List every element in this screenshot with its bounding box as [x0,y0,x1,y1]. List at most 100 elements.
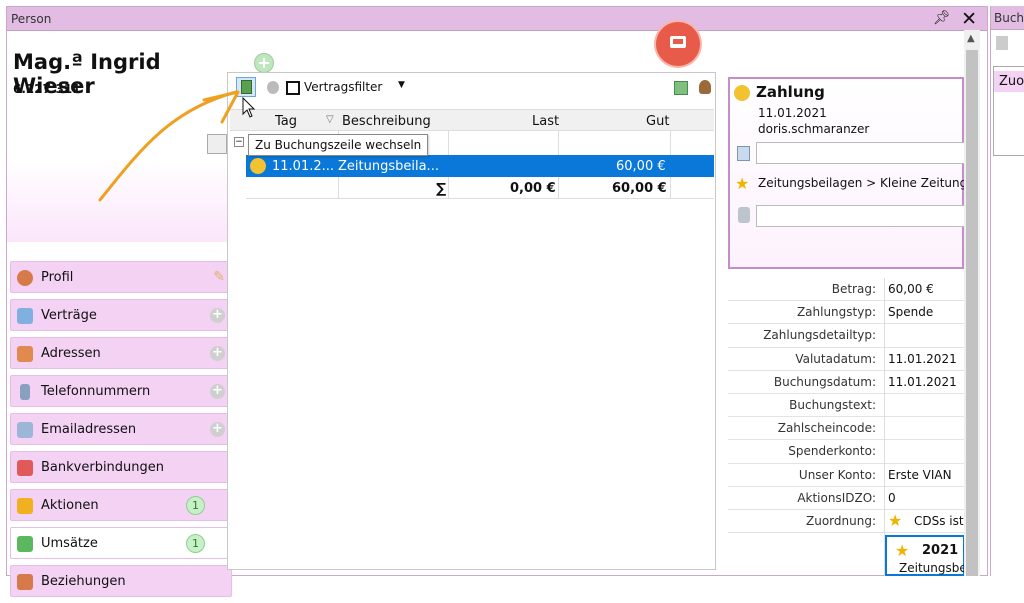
sidebar-item-emailadressen[interactable]: Emailadressen + [10,413,232,445]
scroll-thumb[interactable] [966,50,978,576]
list-item[interactable]: Zuo [994,71,1024,92]
stamp-field[interactable] [756,205,966,227]
document-icon[interactable] [996,36,1008,50]
person-icon [267,81,279,94]
export-icon [674,81,688,95]
coins-icon [250,158,266,174]
screen-cast-icon[interactable] [656,22,700,66]
column-divider [884,278,885,576]
filter-icon[interactable]: ▽ [326,114,334,125]
add-icon[interactable]: + [210,384,225,399]
left-panel: Mag.ª Ingrid Wieser + 6.227.311 Profil ✎… [7,32,274,597]
count-badge: 1 [186,496,205,515]
side-list: Zuo [993,66,1024,156]
document-icon [241,80,252,94]
property-row: Zahlungstyp: Spende [728,301,964,325]
sidebar-item-label: Beziehungen [41,574,126,589]
sidebar-item-label: Telefonnummern [41,384,151,399]
property-row: Zahlscheincode: [728,417,964,441]
add-icon[interactable]: + [254,53,274,73]
sidebar-item-beziehungen[interactable]: Beziehungen [10,565,232,597]
assignment-card[interactable]: ★ 2021 E Zeitungsbe [885,535,972,576]
sidebar-item-label: Umsätze [41,536,98,551]
sidebar-item-label: Bankverbindungen [41,460,165,475]
contract-filter-checkbox[interactable] [286,81,300,95]
row-tag: 11.01.2... [272,159,335,174]
column-tag[interactable]: Tag [275,114,297,129]
lightning-icon [17,498,33,514]
sidebar-item-profil[interactable]: Profil ✎ [10,261,232,293]
property-row: Unser Konto: Erste VIAN [728,464,964,487]
row-gut: 60,00 € [616,159,666,174]
property-value[interactable]: Erste VIAN [888,468,952,482]
sidebar-item-vertraege[interactable]: Verträge + [10,299,232,331]
property-row: Zuordnung: ★ CDSs ist [728,510,964,534]
property-row: Spenderkonto: [728,440,964,464]
property-value[interactable]: CDSs ist [914,514,964,528]
title-bar: Person 📌︎ ✕ [7,7,987,31]
property-key: Buchungstext: [789,397,876,412]
chevron-up-icon[interactable]: ▲ [967,33,975,44]
chevron-down-icon[interactable]: ▼ [398,80,405,90]
table-row[interactable]: 11.01.2... Zeitungsbeila... 60,00 € [246,155,714,177]
property-row: AktionsIDZO: 0 [728,487,964,510]
grid-header: Tag ▽ Beschreibung Last Gut [230,109,714,131]
grid-toolbar: Vertragsfilter ▼ [228,73,715,101]
sidebar-item-bankverbindungen[interactable]: Bankverbindungen [10,451,232,483]
sidebar-item-umsaetze[interactable]: Umsätze 1 [10,527,232,559]
star-icon: ★ [735,174,750,193]
house-icon [17,346,33,362]
payment-detail-card: Zahlung 11.01.2021 doris.schmaranzer ★ Z… [728,77,967,269]
column-last[interactable]: Last [532,114,559,129]
total-last: 0,00 € [510,181,556,196]
property-key: Zuordnung: [806,513,876,528]
property-table: Betrag: 60,00 € Zahlungstyp: Spende Zahlun… [728,278,964,534]
stamp-icon [738,207,750,223]
sidebar-item-aktionen[interactable]: Aktionen 1 [10,489,232,521]
totals-row: ∑ 0,00 € 60,00 € [246,177,714,199]
avatar-placeholder[interactable] [207,134,227,154]
property-key: Zahlungstyp: [796,305,876,320]
column-beschreibung[interactable]: Beschreibung [342,114,431,129]
add-icon[interactable]: + [210,422,225,437]
sidebar-menu: Profil ✎ Verträge + Adressen + Telefonnu… [10,261,232,603]
people-icon [17,574,33,590]
detail-title: Zahlung [756,83,825,101]
money-icon [17,536,33,552]
vertical-scrollbar[interactable]: ▲ [964,30,980,576]
sidebar-item-label: Emailadressen [41,422,137,437]
property-value[interactable]: Spende [888,305,933,319]
contract-filter-label: Vertragsfilter [304,80,383,94]
sidebar-item-adressen[interactable]: Adressen + [10,337,232,369]
property-value[interactable]: 0 [888,491,896,505]
group-toggle[interactable]: − [234,137,244,147]
user-icon [17,270,33,286]
goto-booking-button[interactable] [236,77,256,97]
export-button[interactable] [670,77,690,97]
person-icon [699,80,711,94]
close-icon[interactable]: ✕ [961,8,977,30]
person-gray-button[interactable] [262,77,282,97]
pin-icon[interactable]: 📌︎ [933,10,951,28]
person-button[interactable] [694,77,714,97]
person-header: Mag.ª Ingrid Wieser + 6.227.311 [7,32,274,242]
column-gut[interactable]: Gut [646,114,669,129]
sidebar-item-telefonnummern[interactable]: Telefonnummern + [10,375,232,407]
note-field[interactable] [756,142,966,164]
row-beschreibung: Zeitungsbeila... [338,159,439,174]
property-value[interactable]: 11.01.2021 [888,352,957,366]
detail-user: doris.schmaranzer [758,122,870,136]
add-icon[interactable]: + [210,308,225,323]
note-icon [737,146,750,161]
property-row: Buchungstext: [728,394,964,418]
side-window-title: Buchu [991,6,1024,30]
property-row: Buchungsdatum: 11.01.2021 [728,371,964,394]
property-value[interactable]: 11.01.2021 [888,375,957,389]
side-toolbar [991,30,1024,56]
mail-icon [17,422,33,438]
property-key: AktionsIDZO: [797,490,876,505]
add-icon[interactable]: + [210,346,225,361]
pencil-icon[interactable]: ✎ [213,269,225,285]
star-icon: ★ [888,510,903,530]
property-value[interactable]: 60,00 € [888,282,934,296]
